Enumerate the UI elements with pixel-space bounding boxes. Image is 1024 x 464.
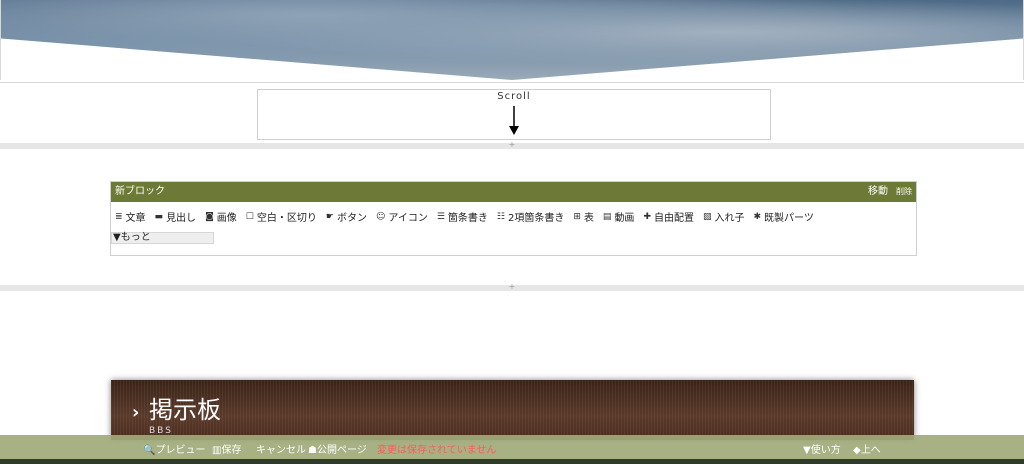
hand-pointer-icon: ☛ [325, 211, 334, 222]
text-icon: ≣ [115, 211, 123, 222]
tool-spacer[interactable]: ☐ 空白・区切り [245, 209, 317, 225]
tool-label: 文章 [125, 213, 146, 224]
tool-label: 画像 [216, 213, 237, 224]
move-button[interactable]: 移動 [868, 182, 888, 202]
tool-label: アイコン [388, 213, 428, 224]
bbs-section-header: › 掲示板 BBS [111, 380, 914, 440]
two-column-list-icon: ☷ [496, 211, 505, 222]
scroll-indicator-box[interactable]: Scroll [257, 89, 771, 140]
section-separator[interactable]: + [0, 282, 1024, 291]
editor-bottom-toolbar: 🔍プレビュー ▥保存 キャンセル ☗公開ページ 変更は保存されていません ▼使い… [0, 435, 1024, 459]
tool-label: 入れ子 [714, 213, 745, 224]
move-cross-icon: ✚ [643, 211, 651, 222]
tool-label: 2項箇条書き [508, 213, 565, 224]
tool-label: 既製パーツ [764, 213, 814, 224]
tool-video[interactable]: ▤ 動画 [602, 209, 635, 225]
tool-label: 自由配置 [653, 213, 694, 224]
tool-nested[interactable]: ▧ 入れ子 [702, 209, 745, 225]
tool-bullet-list[interactable]: ☰ 箇条書き [436, 209, 488, 225]
footer-strip [0, 459, 1024, 464]
square-icon: ☐ [245, 211, 254, 222]
tool-label: 箇条書き [447, 213, 488, 224]
tool-text[interactable]: ≣ 文章 [115, 209, 146, 225]
delete-button[interactable]: 削除 [896, 182, 912, 202]
arrow-down-icon [509, 106, 519, 135]
sky-photo [0, 0, 1024, 80]
save-button[interactable]: ▥保存 [212, 441, 241, 456]
smiley-icon: ☺ [375, 211, 386, 222]
nested-box-icon: ▧ [702, 211, 712, 222]
puzzle-icon: ✱ [753, 211, 762, 222]
tool-table[interactable]: ⊞ 表 [573, 209, 594, 225]
block-title: 新ブロック [115, 186, 165, 197]
video-icon: ▤ [602, 211, 612, 222]
preview-button[interactable]: 🔍プレビュー [143, 441, 205, 456]
tool-label: ボタン [336, 213, 367, 224]
howto-button[interactable]: ▼使い方 [803, 441, 841, 456]
tool-label: 空白・区切り [256, 213, 317, 224]
block-header: 新ブロック 移動 削除 [111, 182, 916, 202]
scroll-top-button[interactable]: ◆上へ [853, 441, 881, 456]
unsaved-warning: 変更は保存されていません [377, 445, 497, 456]
table-icon: ⊞ [573, 211, 581, 222]
heading-icon: ▬ [154, 211, 164, 222]
tool-button[interactable]: ☛ ボタン [325, 209, 367, 225]
scroll-label: Scroll [497, 91, 531, 102]
section-separator[interactable]: + [0, 140, 1024, 149]
cancel-button[interactable]: キャンセル [256, 441, 306, 456]
new-block-panel: 新ブロック 移動 削除 ≣ 文章 ▬ 見出し ◙ 画像 ☐ 空白・区切り ☛ ボタン ☺ ア… [110, 181, 917, 256]
tool-ready-parts[interactable]: ✱ 既製パーツ [753, 209, 814, 225]
hero-left-edge [0, 0, 1, 80]
list-icon: ☰ [436, 211, 445, 222]
camera-icon: ◙ [205, 211, 214, 222]
tool-two-column-list[interactable]: ☷ 2項箇条書き [496, 209, 565, 225]
public-page-button[interactable]: ☗公開ページ [308, 441, 367, 456]
more-button[interactable]: ▼もっと [111, 232, 214, 244]
tool-free-layout[interactable]: ✚ 自由配置 [643, 209, 694, 225]
tool-image[interactable]: ◙ 画像 [205, 209, 237, 225]
add-section-icon[interactable]: + [506, 140, 518, 149]
hero-image [0, 0, 1024, 83]
chevron-right-icon: › [132, 402, 140, 423]
bbs-title: 掲示板 [149, 396, 221, 424]
tool-label: 表 [583, 213, 594, 224]
tool-label: 動画 [614, 213, 635, 224]
add-section-icon[interactable]: + [506, 282, 518, 291]
tool-icon[interactable]: ☺ アイコン [375, 209, 428, 225]
block-tool-list: ≣ 文章 ▬ 見出し ◙ 画像 ☐ 空白・区切り ☛ ボタン ☺ アイコン ☰ 箇条書き ☷ 2… [115, 209, 823, 225]
tool-heading[interactable]: ▬ 見出し [154, 209, 197, 225]
tool-label: 見出し [166, 213, 197, 224]
